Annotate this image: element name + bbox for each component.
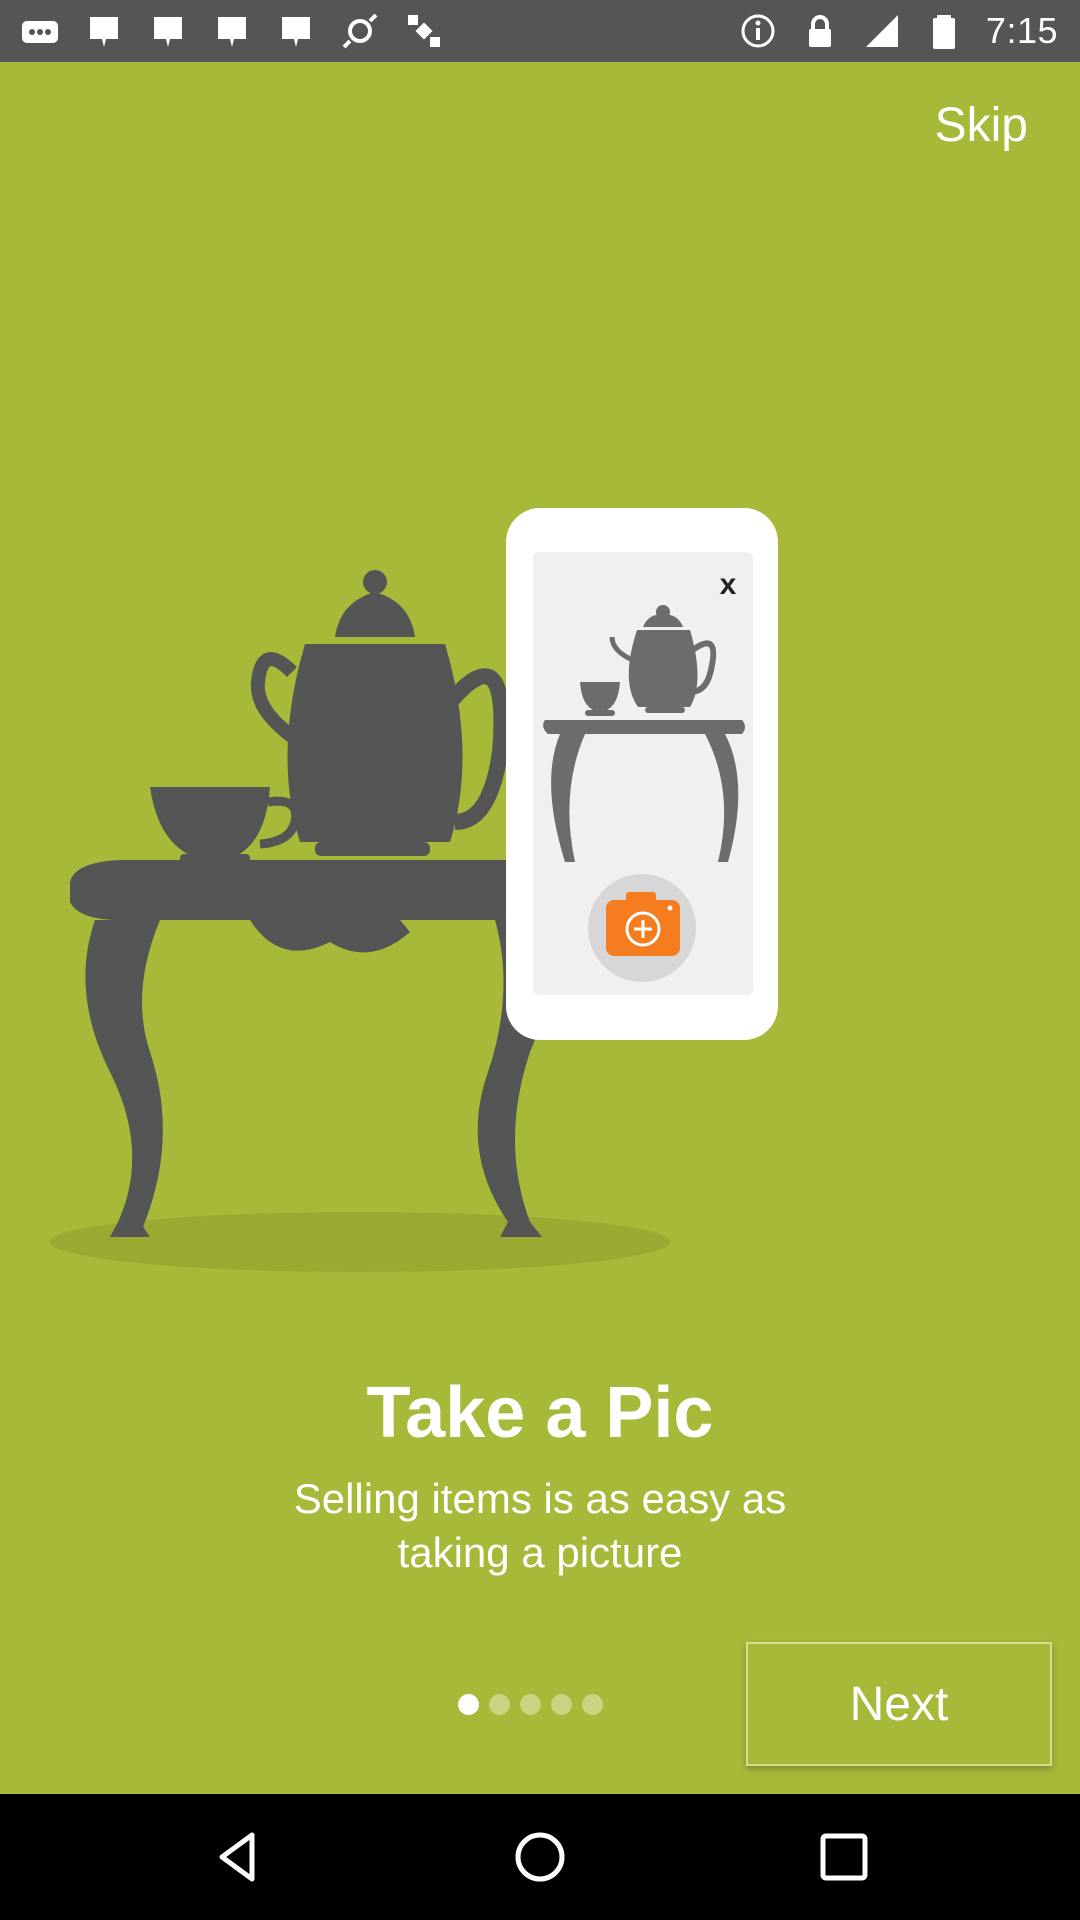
page-dot [582,1694,603,1715]
next-button[interactable]: Next [746,1642,1052,1766]
onboarding-screen: Skip x Take a Pic Selling items is as ea… [0,62,1080,1794]
home-icon[interactable] [510,1827,570,1887]
onboarding-illustration: x [50,508,778,1272]
page-dot [458,1694,479,1715]
recents-icon[interactable] [814,1827,874,1887]
notification-icon [154,17,182,47]
lock-icon [808,15,831,47]
signal-icon [865,15,898,47]
page-subtitle: Selling items is as easy as taking a pic… [293,1475,787,1576]
more-icon [22,21,58,43]
notification-icon [90,17,118,47]
status-left-icons [20,10,444,52]
satellite-icon [408,15,440,47]
page-title: Take a Pic [366,1373,714,1453]
battery-icon [932,15,955,49]
page-dot [489,1694,510,1715]
fake-gps-icon [342,13,378,49]
page-dot [551,1694,572,1715]
phone-close-icon: x [720,568,737,601]
navigation-bar [0,1794,1080,1920]
phone-mockup: x [506,508,778,1040]
camera-icon [588,874,696,982]
notification-icon [282,17,310,47]
status-right-icons: 7:15 [738,10,1058,52]
status-time: 7:15 [985,10,1058,51]
status-bar: 7:15 [0,0,1080,62]
info-icon [741,14,775,48]
notification-icon [218,17,246,47]
back-icon[interactable] [208,1827,268,1887]
page-indicator [458,1694,603,1715]
page-dot [520,1694,541,1715]
